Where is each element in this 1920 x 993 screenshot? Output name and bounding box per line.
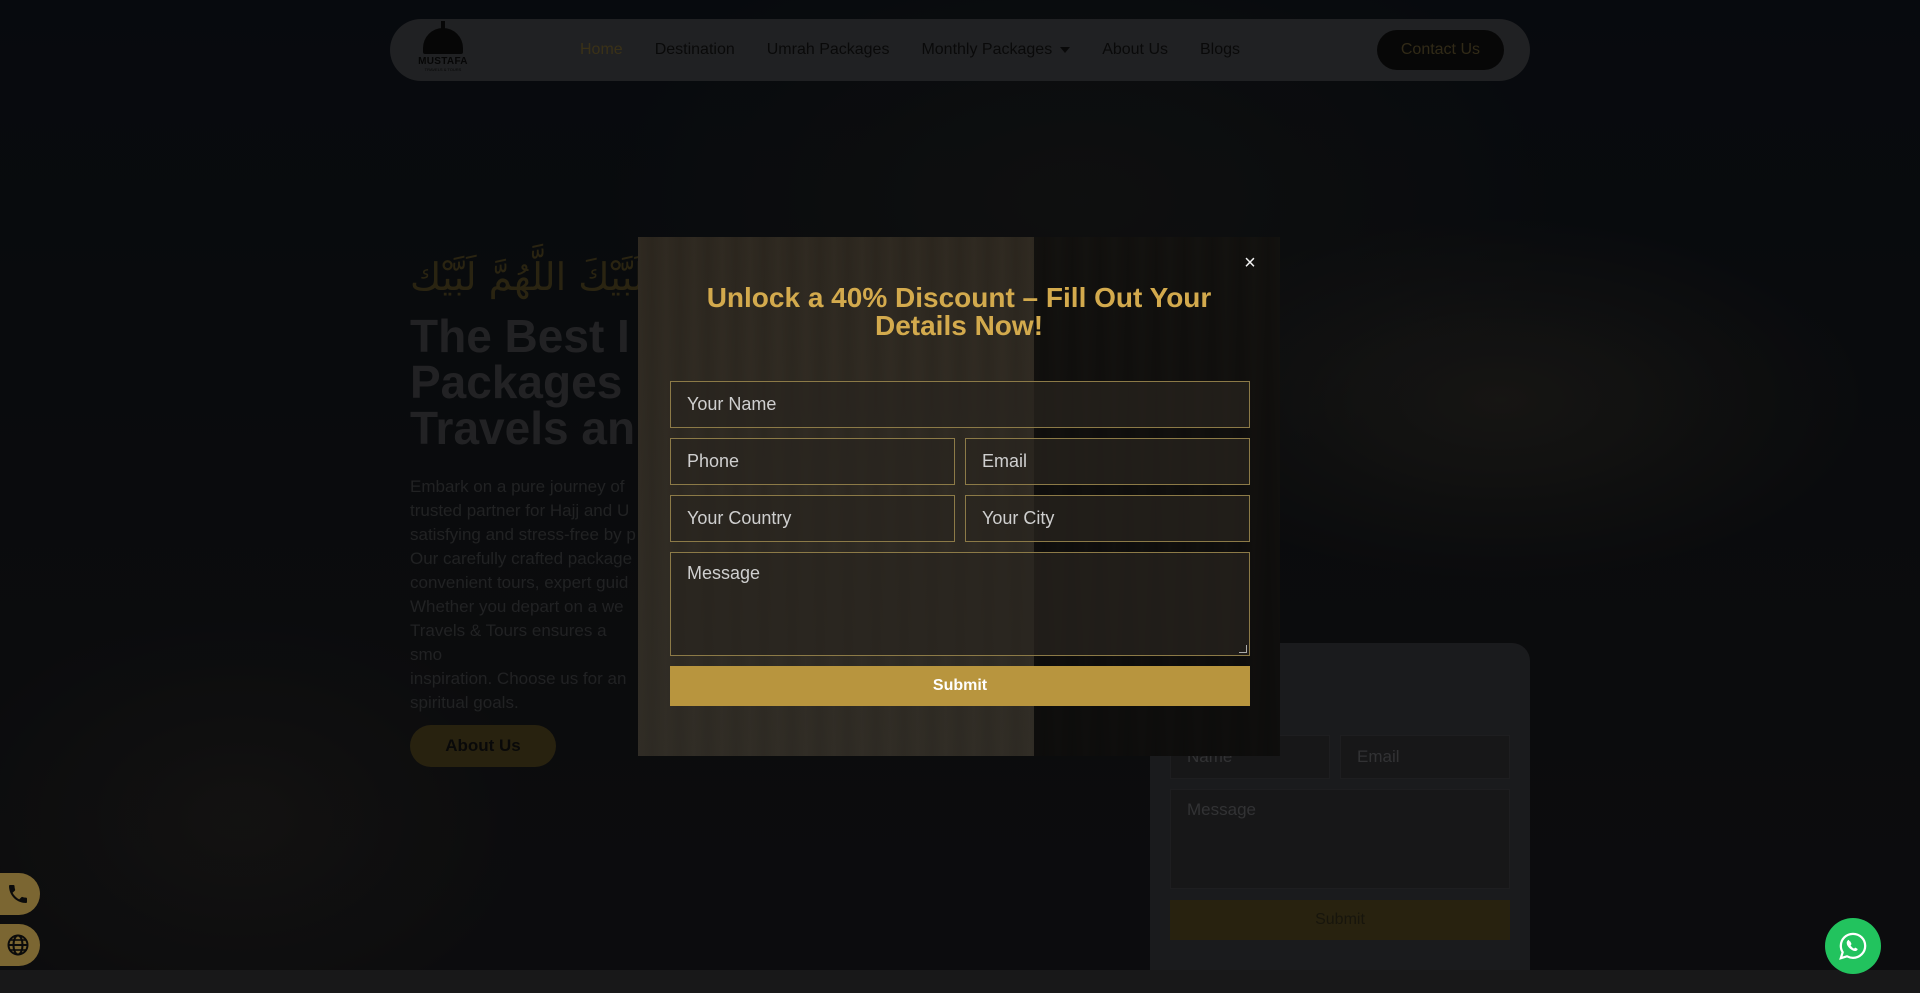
resize-handle-icon[interactable] [1239,645,1247,653]
submit-button[interactable]: Submit [670,666,1250,706]
message-placeholder: Message [687,563,761,583]
email-input[interactable]: Email [965,438,1250,485]
message-textarea[interactable]: Message [670,552,1250,656]
close-icon[interactable]: × [1240,253,1260,273]
phone-icon [9,885,27,903]
phone-input[interactable]: Phone [670,438,955,485]
globe-icon [7,934,29,956]
whatsapp-icon [1839,932,1867,960]
phone-float-button[interactable] [0,873,40,915]
whatsapp-button[interactable] [1825,918,1881,974]
country-input[interactable]: Your Country [670,495,955,542]
city-input[interactable]: Your City [965,495,1250,542]
name-input[interactable]: Your Name [670,381,1250,428]
modal-title: Unlock a 40% Discount – Fill Out Your De… [706,282,1212,341]
globe-float-button[interactable] [0,924,40,966]
discount-modal: × Unlock a 40% Discount – Fill Out Your … [638,237,1280,756]
